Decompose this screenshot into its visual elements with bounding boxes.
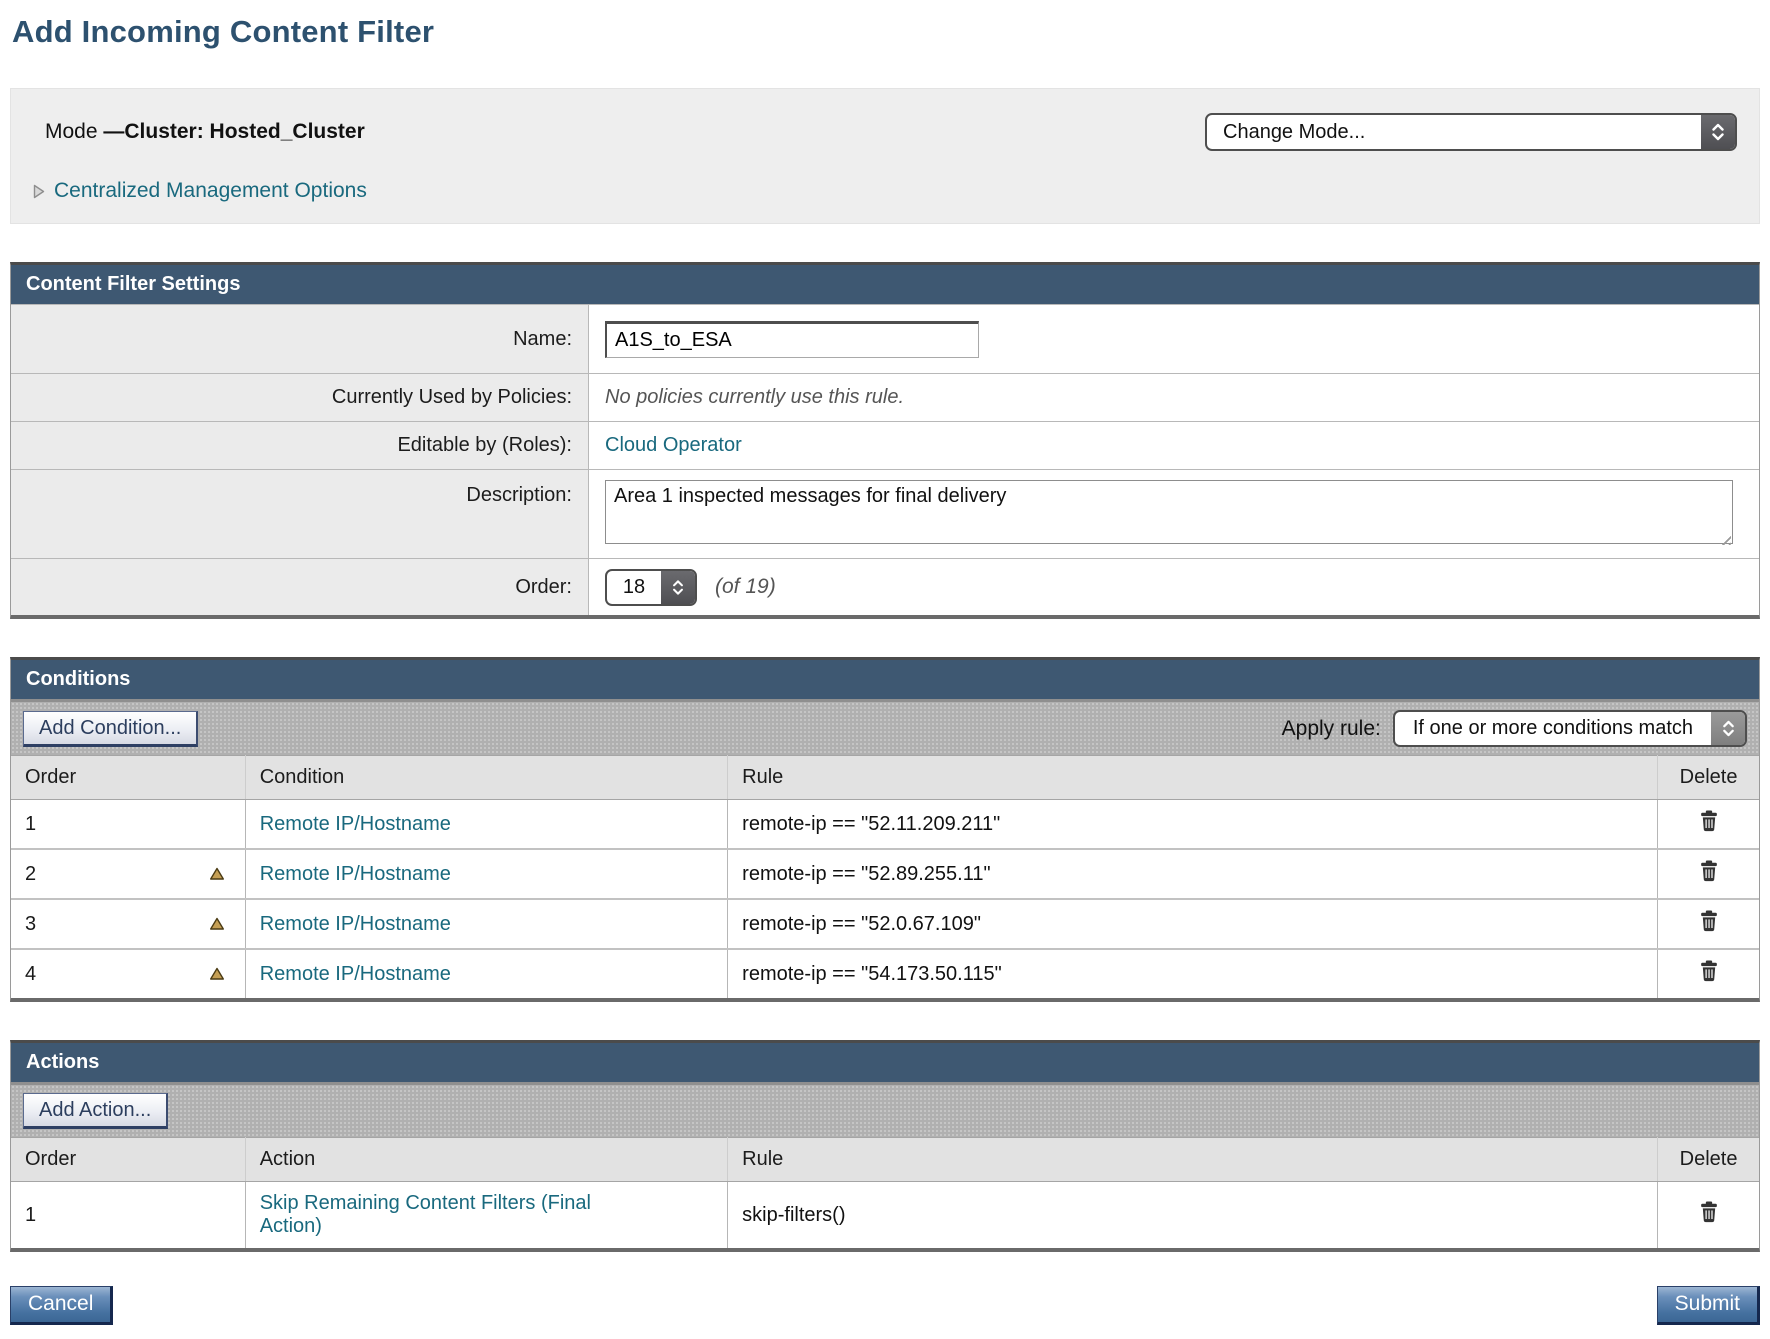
page-title: Add Incoming Content Filter xyxy=(12,14,1760,50)
conditions-col-condition: Condition xyxy=(245,756,727,800)
condition-row: 4 Remote IP/Hostname remote-ip == "54.17… xyxy=(11,949,1759,998)
order-label: Order: xyxy=(11,559,589,615)
action-order: 1 xyxy=(25,1204,36,1227)
actions-section: Actions Add Action... Order Action Rule … xyxy=(10,1040,1760,1252)
delete-condition-button[interactable] xyxy=(1699,860,1719,882)
currently-used-by-policies-label: Currently Used by Policies: xyxy=(11,374,589,421)
move-up-icon[interactable] xyxy=(209,917,225,931)
conditions-col-order: Order xyxy=(11,756,245,800)
action-link[interactable]: Skip Remaining Content Filters (Final Ac… xyxy=(260,1192,591,1237)
name-label: Name: xyxy=(11,305,589,373)
chevron-up-down-icon xyxy=(1701,115,1735,149)
add-condition-button[interactable]: Add Condition... xyxy=(23,711,198,747)
condition-link[interactable]: Remote IP/Hostname xyxy=(260,863,451,885)
condition-rule: remote-ip == "54.173.50.115" xyxy=(742,963,1002,985)
mode-text: Mode —Cluster: Hosted_Cluster xyxy=(33,120,365,144)
actions-col-order: Order xyxy=(11,1138,245,1182)
move-up-icon[interactable] xyxy=(209,967,225,981)
mode-label: Mode xyxy=(45,120,98,143)
change-mode-selected-value: Change Mode... xyxy=(1207,115,1701,149)
action-rule: skip-filters() xyxy=(742,1204,845,1226)
conditions-section: Conditions Add Condition... Apply rule: … xyxy=(10,657,1760,1002)
apply-rule-selected-value: If one or more conditions match xyxy=(1395,712,1711,745)
condition-row: 3 Remote IP/Hostname remote-ip == "52.0.… xyxy=(11,899,1759,949)
disclosure-triangle-icon[interactable] xyxy=(33,184,45,199)
apply-rule-label: Apply rule: xyxy=(1282,717,1381,741)
name-input[interactable] xyxy=(605,321,979,358)
apply-rule-select[interactable]: If one or more conditions match xyxy=(1393,710,1747,747)
trash-icon xyxy=(1699,1201,1719,1223)
actions-toolbar: Add Action... xyxy=(11,1082,1759,1137)
delete-action-button[interactable] xyxy=(1699,1201,1719,1223)
chevron-up-down-icon xyxy=(661,571,695,604)
conditions-header: Conditions xyxy=(11,660,1759,699)
condition-rule: remote-ip == "52.11.209.211" xyxy=(742,813,1000,835)
delete-condition-button[interactable] xyxy=(1699,910,1719,932)
conditions-col-delete: Delete xyxy=(1658,756,1759,800)
condition-link[interactable]: Remote IP/Hostname xyxy=(260,813,451,835)
order-selected-value: 18 xyxy=(607,571,661,604)
trash-icon xyxy=(1699,860,1719,882)
actions-col-action: Action xyxy=(245,1138,727,1182)
trash-icon xyxy=(1699,910,1719,932)
trash-icon xyxy=(1699,810,1719,832)
trash-icon xyxy=(1699,960,1719,982)
cancel-button[interactable]: Cancel xyxy=(10,1286,113,1325)
conditions-toolbar: Add Condition... Apply rule: If one or m… xyxy=(11,699,1759,755)
condition-row: 2 Remote IP/Hostname remote-ip == "52.89… xyxy=(11,849,1759,899)
content-filter-settings-header: Content Filter Settings xyxy=(11,265,1759,304)
actions-col-rule: Rule xyxy=(728,1138,1658,1182)
condition-rule: remote-ip == "52.0.67.109" xyxy=(742,913,981,935)
cloud-operator-link[interactable]: Cloud Operator xyxy=(605,434,742,457)
footer-bar: Cancel Submit xyxy=(10,1286,1760,1325)
order-of-total: (of 19) xyxy=(715,575,776,599)
description-label: Description: xyxy=(11,470,589,558)
centralized-management-options-link[interactable]: Centralized Management Options xyxy=(54,179,367,203)
add-action-button[interactable]: Add Action... xyxy=(23,1093,168,1129)
condition-link[interactable]: Remote IP/Hostname xyxy=(260,963,451,985)
mode-value: —Cluster: Hosted_Cluster xyxy=(103,120,364,143)
currently-used-by-policies-value: No policies currently use this rule. xyxy=(605,386,904,409)
content-filter-settings-section: Content Filter Settings Name: Currently … xyxy=(10,262,1760,619)
actions-col-delete: Delete xyxy=(1658,1138,1759,1182)
condition-order: 1 xyxy=(25,813,36,836)
condition-order: 4 xyxy=(25,963,36,986)
description-textarea[interactable]: Area 1 inspected messages for final deli… xyxy=(605,480,1733,544)
conditions-table: Order Condition Rule Delete 1 Remote IP/… xyxy=(11,755,1759,998)
condition-rule: remote-ip == "52.89.255.11" xyxy=(742,863,990,885)
condition-order: 3 xyxy=(25,913,36,936)
mode-panel: Mode —Cluster: Hosted_Cluster Change Mod… xyxy=(10,88,1760,224)
conditions-col-rule: Rule xyxy=(728,756,1658,800)
delete-condition-button[interactable] xyxy=(1699,810,1719,832)
condition-link[interactable]: Remote IP/Hostname xyxy=(260,913,451,935)
actions-table: Order Action Rule Delete 1 Skip Remainin… xyxy=(11,1137,1759,1248)
order-select[interactable]: 18 xyxy=(605,569,697,606)
actions-header: Actions xyxy=(11,1043,1759,1082)
action-row: 1 Skip Remaining Content Filters (Final … xyxy=(11,1182,1759,1249)
editable-by-roles-label: Editable by (Roles): xyxy=(11,422,589,469)
change-mode-select[interactable]: Change Mode... xyxy=(1205,113,1737,151)
move-up-icon[interactable] xyxy=(209,867,225,881)
delete-condition-button[interactable] xyxy=(1699,960,1719,982)
condition-row: 1 Remote IP/Hostname remote-ip == "52.11… xyxy=(11,800,1759,850)
chevron-up-down-icon xyxy=(1711,712,1745,745)
condition-order: 2 xyxy=(25,863,36,886)
submit-button[interactable]: Submit xyxy=(1657,1286,1760,1325)
